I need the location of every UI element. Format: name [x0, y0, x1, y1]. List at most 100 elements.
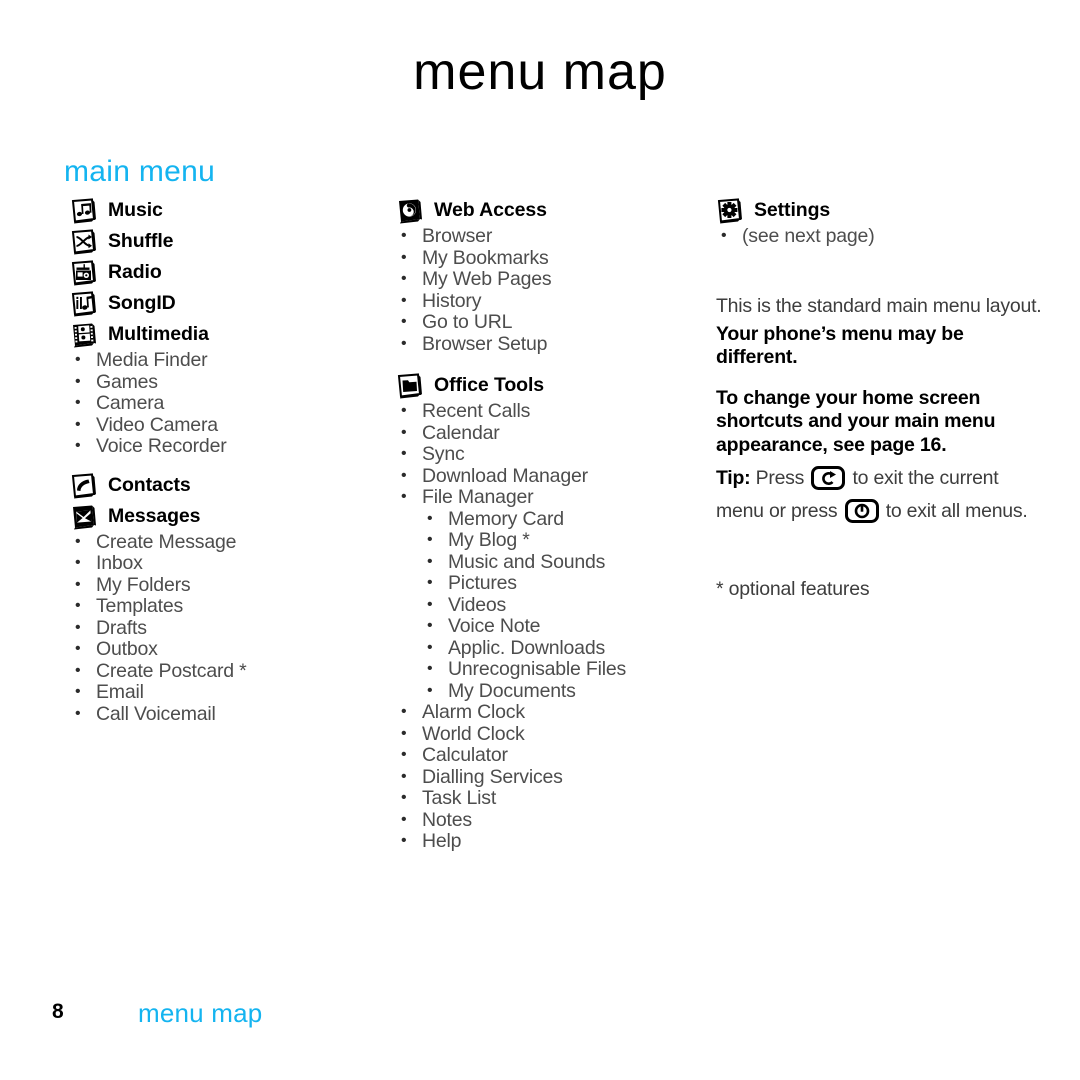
- menu-group-title: Web Access: [434, 199, 547, 221]
- menu-group-header: SongID: [70, 289, 390, 318]
- list-item: File Manager Memory Card My Blog * Music…: [396, 486, 706, 703]
- menu-group-header: Shuffle: [70, 227, 390, 256]
- list-item: Camera: [70, 392, 390, 415]
- shuffle-icon: [70, 229, 97, 256]
- tip-label: Tip:: [716, 467, 751, 489]
- music-note-icon: [70, 198, 97, 225]
- list-item: Calculator: [396, 744, 706, 767]
- tip-text-exit-all: to exit all menus.: [885, 500, 1028, 522]
- list-item: Drafts: [70, 617, 390, 640]
- menu-group-title: SongID: [108, 292, 176, 314]
- optional-features-note: * optional features: [716, 578, 870, 600]
- list-item: Create Postcard *: [70, 660, 390, 683]
- list-item: Sync: [396, 443, 706, 466]
- list-item: Download Manager: [396, 465, 706, 488]
- list-item: Create Message: [70, 531, 390, 554]
- notes-block: This is the standard main menu layout. Y…: [716, 294, 1042, 602]
- menu-group-header: Settings: [716, 196, 1036, 225]
- list-item: Voice Recorder: [70, 435, 390, 458]
- menu-item-list: Create Message Inbox My Folders Template…: [70, 531, 390, 726]
- power-key-icon: [844, 499, 879, 531]
- list-item: Calendar: [396, 422, 706, 445]
- menu-item-list: Recent Calls Calendar Sync Download Mana…: [396, 400, 706, 703]
- menu-group-title: Multimedia: [108, 323, 209, 345]
- menu-group-messages: Messages Create Message Inbox My Folders…: [70, 502, 390, 726]
- menu-item-list: (see next page): [716, 225, 1036, 248]
- list-item: History: [396, 290, 706, 313]
- list-item: Games: [70, 371, 390, 394]
- list-item: Help: [396, 830, 706, 853]
- list-item: Recent Calls: [396, 400, 706, 423]
- menu-group-title: Music: [108, 199, 163, 221]
- menu-group-header: Music: [70, 196, 390, 225]
- globe-web-icon: [396, 198, 423, 225]
- back-key-icon: [811, 466, 846, 498]
- menu-group-header: Web Access: [396, 196, 706, 225]
- menu-group-header: Multimedia: [70, 320, 390, 349]
- menu-group-title: Messages: [108, 504, 201, 527]
- radio-icon: [70, 260, 97, 287]
- list-item: Music and Sounds: [422, 551, 706, 574]
- note-phone-may-differ-line1: Your phone’s menu may be: [716, 322, 964, 345]
- list-item: Browser Setup: [396, 333, 706, 356]
- footer-label: menu map: [138, 998, 263, 1028]
- menu-column-middle: Web Access Browser My Bookmarks My Web P…: [396, 196, 706, 855]
- tip-paragraph: Tip: Press to exit the current menu or p…: [716, 465, 1036, 531]
- list-item: My Web Pages: [396, 268, 706, 291]
- list-item: Go to URL: [396, 311, 706, 334]
- note-phone-may-differ-line2: different.: [716, 346, 798, 368]
- menu-group-contacts: Contacts: [70, 471, 390, 500]
- list-item: Unrecognisable Files: [422, 658, 706, 681]
- menu-item-list: Media Finder Games Camera Video Camera V…: [70, 349, 390, 458]
- menu-column-right: Settings (see next page) This is the sta…: [716, 196, 1042, 602]
- list-item: Task List: [396, 787, 706, 810]
- list-item: My Blog *: [422, 529, 706, 552]
- menu-group-songid: SongID: [70, 289, 390, 318]
- section-heading-main-menu: main menu: [64, 155, 216, 188]
- list-item: Email: [70, 681, 390, 704]
- menu-column-left: Music Shuffle Radio SongID Multimedia • …: [70, 196, 390, 727]
- envelope-icon: [70, 504, 97, 531]
- list-item: Notes: [396, 809, 706, 832]
- menu-subitem-list-file-manager: Memory Card My Blog * Music and Sounds P…: [422, 508, 706, 703]
- menu-group-music: Music: [70, 196, 390, 225]
- note-change-home-line3: appearance, see page 16.: [716, 433, 947, 456]
- menu-group-title: Settings: [754, 199, 831, 221]
- menu-group-header: Radio: [70, 258, 390, 287]
- menu-group-shuffle: Shuffle: [70, 227, 390, 256]
- list-item: My Documents: [422, 680, 706, 703]
- tip-text-menu-or-press: menu or press: [716, 500, 838, 522]
- list-item: Alarm Clock: [396, 701, 706, 724]
- footer-page-number: 8: [52, 1000, 64, 1023]
- note-change-home-line2: shortcuts and your main menu: [716, 410, 996, 432]
- list-item: (see next page): [716, 225, 1036, 248]
- menu-group-settings: Settings (see next page): [716, 196, 1036, 248]
- list-item: Applic. Downloads: [422, 637, 706, 660]
- menu-group-radio: Radio: [70, 258, 390, 287]
- note-change-home-line1: To change your home screen: [716, 386, 981, 409]
- footer: 8 menu map: [0, 998, 1080, 1030]
- list-item: My Bookmarks: [396, 247, 706, 270]
- menu-group-web-access: Web Access Browser My Bookmarks My Web P…: [396, 196, 706, 355]
- note-standard-layout: This is the standard main menu layout.: [716, 294, 1042, 317]
- list-item: Templates: [70, 595, 390, 618]
- gear-icon: [716, 198, 743, 225]
- menu-item-list: Browser My Bookmarks My Web Pages Histor…: [396, 225, 706, 356]
- tip-text-press: Press: [755, 467, 805, 489]
- list-item: Memory Card: [422, 508, 706, 531]
- list-item: Voice Note: [422, 615, 706, 638]
- list-item: Outbox: [70, 638, 390, 661]
- menu-group-title: Radio: [108, 261, 162, 283]
- folder-icon: [396, 373, 423, 400]
- menu-group-header: Contacts: [70, 471, 390, 500]
- list-item: Videos: [422, 594, 706, 617]
- page-title: menu map: [413, 43, 667, 101]
- menu-group-multimedia: Multimedia Media Finder Games Camera Vid…: [70, 320, 390, 458]
- list-item: Inbox: [70, 552, 390, 575]
- list-item: Dialling Services: [396, 766, 706, 789]
- tip-text-exit-current: to exit the current: [852, 467, 999, 489]
- songid-icon: [70, 291, 97, 318]
- filmstrip-icon: [70, 322, 97, 349]
- list-item: Pictures: [422, 572, 706, 595]
- list-item: Media Finder: [70, 349, 390, 372]
